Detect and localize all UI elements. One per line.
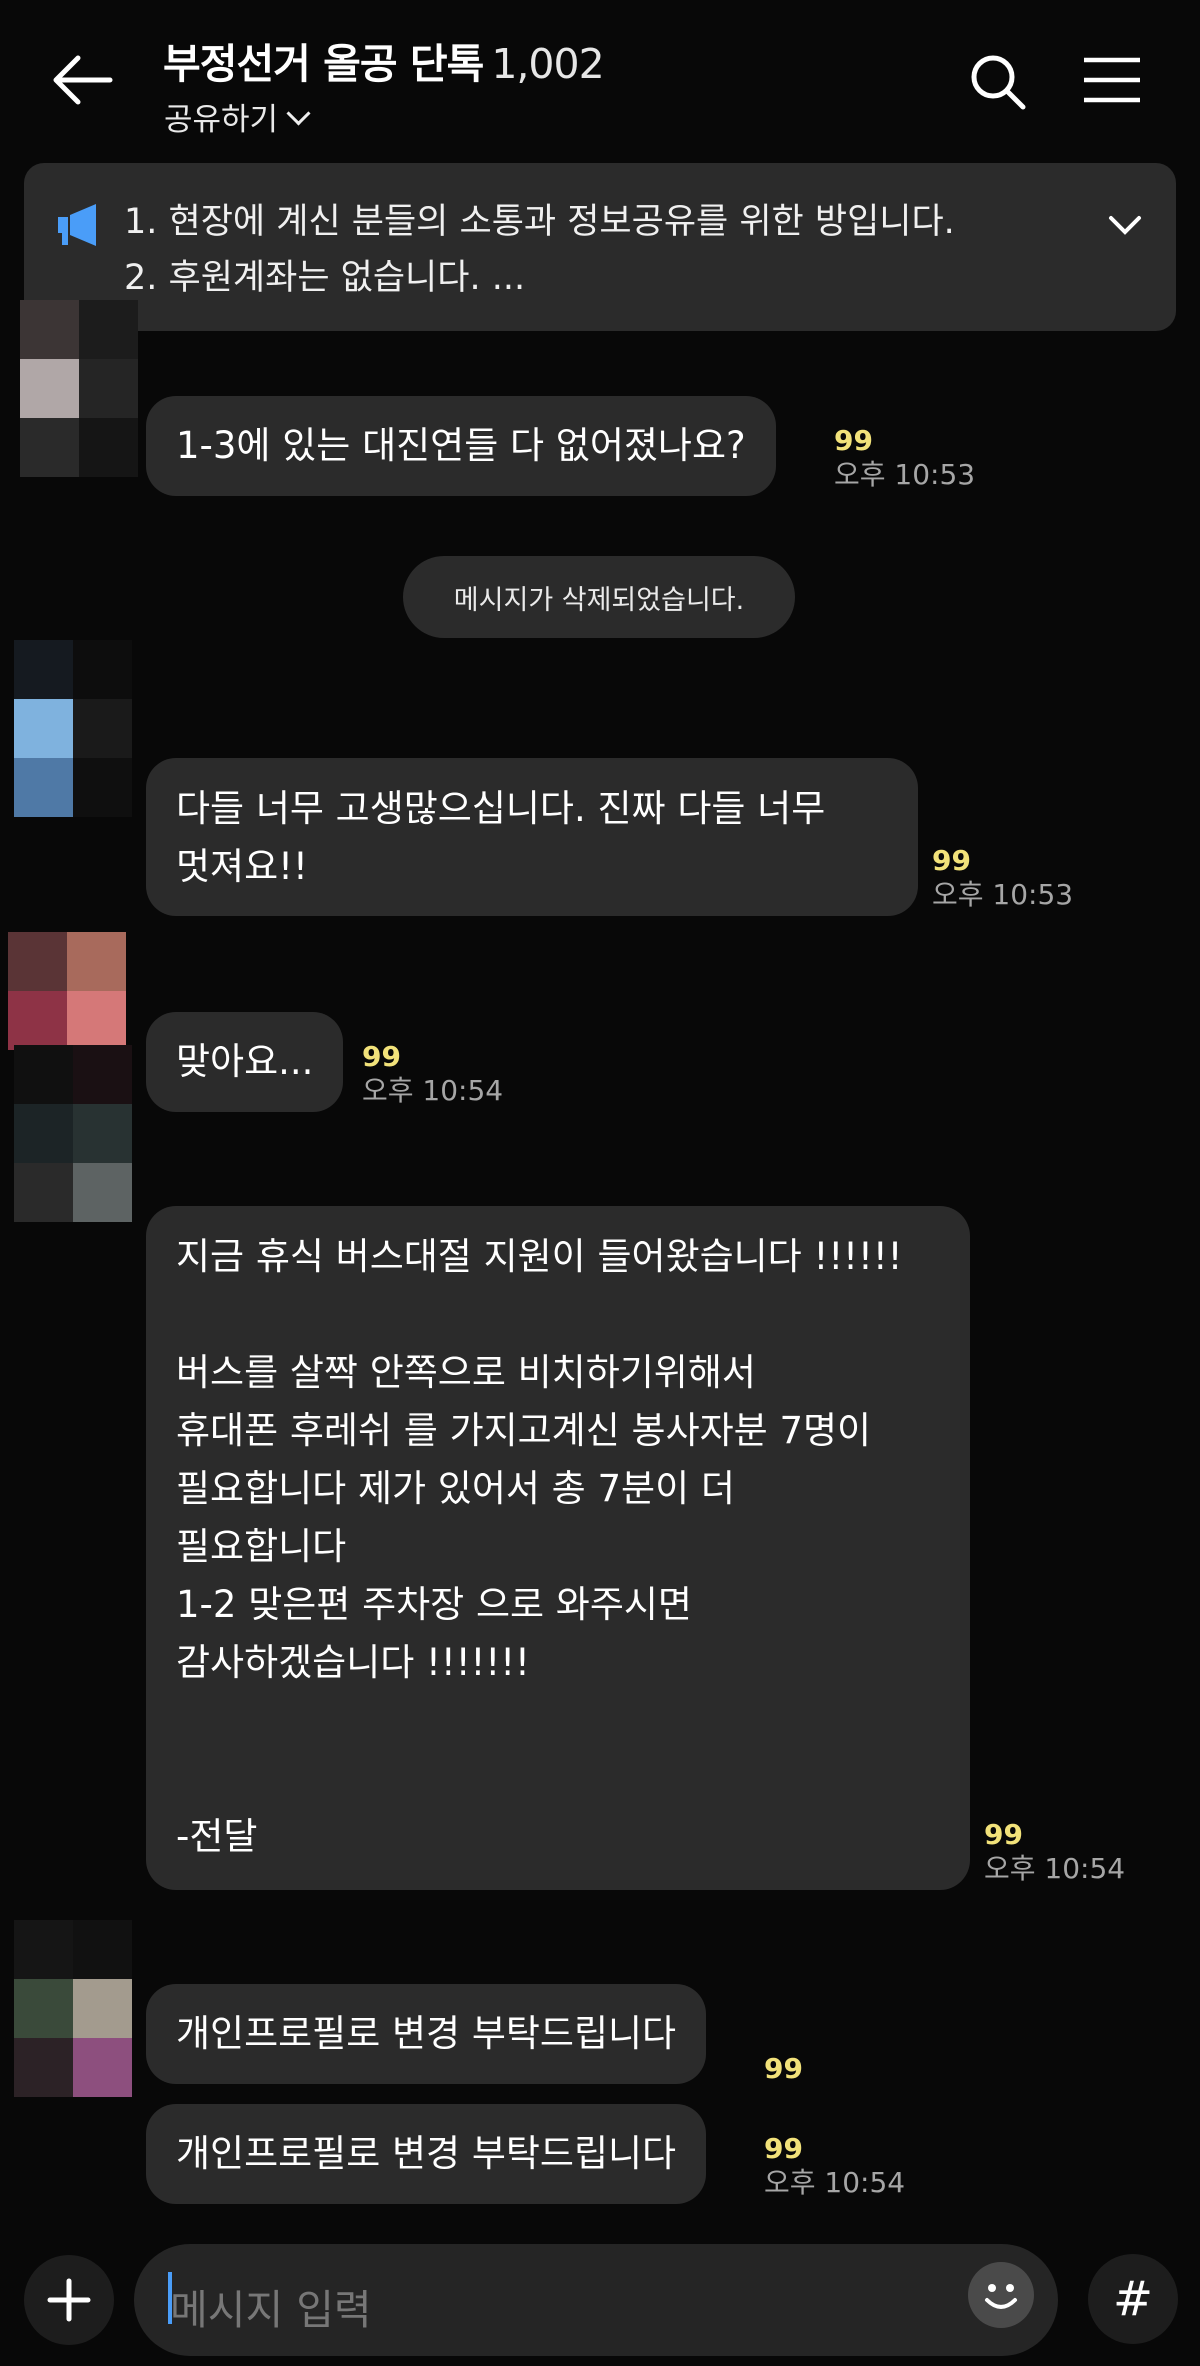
menu-button[interactable] bbox=[1082, 56, 1142, 104]
message-meta: 99 오후 10:54 bbox=[984, 1818, 1125, 1886]
message-bubble[interactable]: 개인프로필로 변경 부탁드립니다 bbox=[146, 1984, 707, 2084]
message-meta: 99 bbox=[764, 2052, 803, 2086]
member-count: 1,002 bbox=[491, 40, 604, 88]
plus-icon bbox=[47, 2278, 91, 2322]
unread-count: 99 bbox=[764, 2052, 803, 2085]
message-meta: 99 오후 10:53 bbox=[932, 844, 1073, 912]
unread-count: 99 bbox=[764, 2132, 803, 2165]
message-text: 1-3에 있는 대진연들 다 없어졌나요? bbox=[176, 424, 746, 467]
message-time: 오후 10:54 bbox=[362, 1074, 504, 1107]
message-input[interactable]: 메시지 입력 bbox=[134, 2244, 1058, 2356]
message-time: 오후 10:53 bbox=[932, 878, 1074, 911]
message-bubble[interactable]: 다들 너무 고생많으십니다. 진짜 다들 너무 멋져요!! bbox=[146, 758, 918, 916]
message-text: 맞아요... bbox=[176, 1040, 314, 1083]
megaphone-icon bbox=[58, 204, 96, 246]
avatar[interactable] bbox=[20, 300, 138, 477]
message-input-placeholder: 메시지 입력 bbox=[170, 2286, 372, 2334]
back-arrow-icon bbox=[53, 55, 113, 105]
add-attachment-button[interactable] bbox=[24, 2255, 114, 2345]
message-text: 개인프로필로 변경 부탁드립니다 bbox=[176, 2012, 677, 2055]
chat-title: 부정선거 올공 단톡 1,002 bbox=[163, 30, 605, 90]
hashtag-icon: # bbox=[1112, 2271, 1154, 2327]
unread-count: 99 bbox=[984, 1818, 1023, 1851]
avatar[interactable] bbox=[8, 932, 126, 1050]
search-icon bbox=[971, 55, 1026, 110]
hashtag-button[interactable]: # bbox=[1088, 2254, 1178, 2344]
message-text: 지금 휴식 버스대절 지원이 들어왔습니다 !!!!!! 버스를 살짝 안쪽으로… bbox=[176, 1235, 903, 1858]
system-message: 메시지가 삭제되었습니다. bbox=[403, 556, 795, 638]
back-button[interactable] bbox=[48, 52, 118, 108]
unread-count: 99 bbox=[932, 844, 971, 877]
unread-count: 99 bbox=[362, 1040, 401, 1073]
message-bubble[interactable]: 지금 휴식 버스대절 지원이 들어왔습니다 !!!!!! 버스를 살짝 안쪽으로… bbox=[146, 1206, 970, 1890]
message-meta: 99 오후 10:54 bbox=[764, 2132, 905, 2200]
share-label: 공유하기 bbox=[164, 102, 279, 138]
message-bubble[interactable]: 개인프로필로 변경 부탁드립니다 bbox=[146, 2104, 707, 2204]
chevron-down-icon[interactable] bbox=[1107, 207, 1143, 243]
message-bubble[interactable]: 맞아요... bbox=[146, 1012, 344, 1112]
unread-count: 99 bbox=[834, 424, 873, 457]
message-bubble[interactable]: 1-3에 있는 대진연들 다 없어졌나요? bbox=[146, 396, 776, 496]
search-button[interactable] bbox=[968, 52, 1028, 112]
notice-line-1: 1. 현장에 계신 분들의 소통과 정보공유를 위한 방입니다. bbox=[124, 202, 955, 242]
message-time: 오후 10:54 bbox=[984, 1852, 1126, 1885]
message-time: 오후 10:53 bbox=[834, 458, 976, 491]
notice-banner[interactable]: 1. 현장에 계신 분들의 소통과 정보공유를 위한 방입니다. 2. 후원계좌… bbox=[24, 163, 1176, 331]
menu-icon bbox=[1084, 57, 1140, 103]
share-button[interactable]: 공유하기 bbox=[164, 94, 311, 139]
message-time: 오후 10:54 bbox=[764, 2166, 906, 2199]
message-text: 다들 너무 고생많으십니다. 진짜 다들 너무 멋져요!! bbox=[176, 787, 826, 888]
message-meta: 99 오후 10:53 bbox=[834, 424, 975, 492]
avatar[interactable] bbox=[14, 1045, 132, 1222]
emoji-button[interactable] bbox=[968, 2262, 1034, 2328]
chat-room-name: 부정선거 올공 단톡 bbox=[163, 40, 484, 88]
notice-line-2: 2. 후원계좌는 없습니다. ... bbox=[124, 258, 526, 298]
avatar[interactable] bbox=[14, 1920, 132, 2097]
chevron-down-icon bbox=[286, 101, 311, 126]
deleted-message-text: 메시지가 삭제되었습니다. bbox=[453, 584, 745, 616]
emoji-icon bbox=[985, 2284, 1017, 2309]
message-text: 개인프로필로 변경 부탁드립니다 bbox=[176, 2132, 677, 2175]
avatar[interactable] bbox=[14, 640, 132, 817]
message-meta: 99 오후 10:54 bbox=[362, 1040, 503, 1108]
